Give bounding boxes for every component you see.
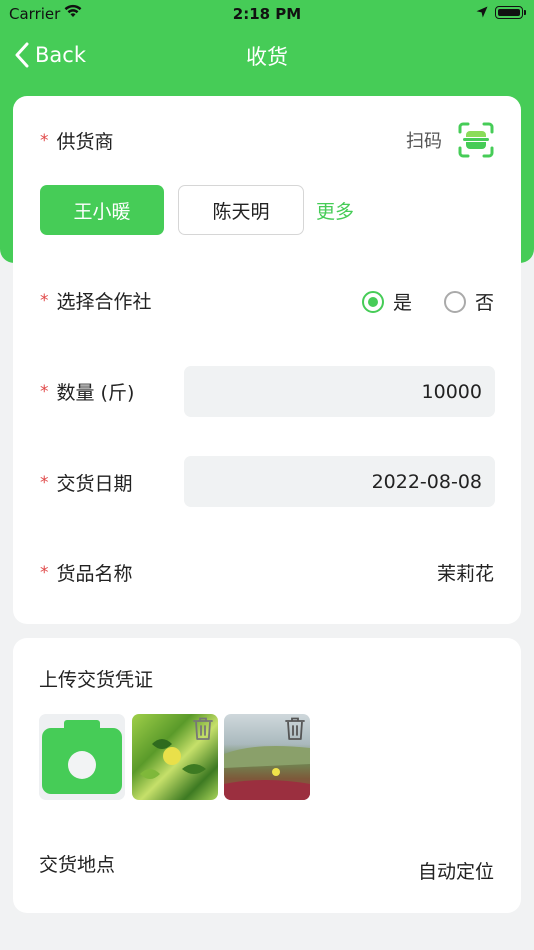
cooperative-label-text: 选择合作社 xyxy=(56,291,152,313)
delivery-location-label: 交货地点 xyxy=(39,854,116,876)
supplier-option-selected[interactable]: 王小暖 xyxy=(40,185,164,235)
quantity-value: 10000 xyxy=(421,380,482,403)
radio-yes-label: 是 xyxy=(392,292,412,314)
required-mark: * xyxy=(40,130,49,151)
battery-icon xyxy=(495,6,526,19)
trash-icon[interactable] xyxy=(284,716,306,742)
delivery-date-value: 2022-08-08 xyxy=(371,470,482,493)
status-bar: Carrier 2:18 PM xyxy=(0,0,534,28)
clock: 2:18 PM xyxy=(232,5,302,23)
delivery-location-value[interactable]: 自动定位 xyxy=(418,857,494,884)
add-photo-button[interactable] xyxy=(39,714,125,800)
scan-button[interactable]: 扫码 xyxy=(406,122,494,158)
delivery-date-input[interactable]: 2022-08-08 xyxy=(184,456,495,507)
required-mark: * xyxy=(40,381,49,402)
required-mark: * xyxy=(40,290,49,311)
radio-checked-icon[interactable] xyxy=(361,290,384,313)
scan-icon xyxy=(458,122,494,158)
cooperative-label: * 选择合作社 xyxy=(40,287,152,314)
quantity-input[interactable]: 10000 xyxy=(184,366,495,417)
location-arrow-icon xyxy=(476,6,488,18)
quantity-label-text: 数量 (斤) xyxy=(56,382,135,404)
quantity-label: * 数量 (斤) xyxy=(40,378,134,405)
upload-card: 上传交货凭证 交货地点 自动定位 xyxy=(13,638,521,913)
supplier-label-text: 供货商 xyxy=(56,131,114,153)
camera-icon xyxy=(42,720,122,794)
radio-no-label: 否 xyxy=(474,292,494,314)
delivery-date-label: * 交货日期 xyxy=(40,469,133,496)
receipt-form-card: * 供货商 扫码 王小暖 陈天明 更多 * 选择合作社 是 否 * 数量 (斤)… xyxy=(13,96,521,624)
product-name-label: * 货品名称 xyxy=(40,559,133,586)
product-name-value[interactable]: 茉莉花 xyxy=(437,559,494,586)
scan-label: 扫码 xyxy=(406,131,442,152)
page-title: 收货 xyxy=(246,45,288,69)
upload-title: 上传交货凭证 xyxy=(39,669,154,691)
product-name-label-text: 货品名称 xyxy=(56,563,133,585)
cooperative-radio-group: 是 否 xyxy=(361,288,494,315)
photo-thumbnail[interactable] xyxy=(224,714,310,800)
required-mark: * xyxy=(40,472,49,493)
supplier-label: * 供货商 xyxy=(40,127,114,154)
photo-thumbnail[interactable] xyxy=(132,714,218,800)
radio-unchecked-icon[interactable] xyxy=(443,290,466,313)
supplier-option[interactable]: 陈天明 xyxy=(178,185,304,235)
radio-yes[interactable]: 是 xyxy=(361,288,412,315)
required-mark: * xyxy=(40,562,49,583)
trash-icon[interactable] xyxy=(192,716,214,742)
delivery-date-label-text: 交货日期 xyxy=(56,473,133,495)
more-suppliers-link[interactable]: 更多 xyxy=(316,197,354,224)
radio-no[interactable]: 否 xyxy=(443,288,494,315)
